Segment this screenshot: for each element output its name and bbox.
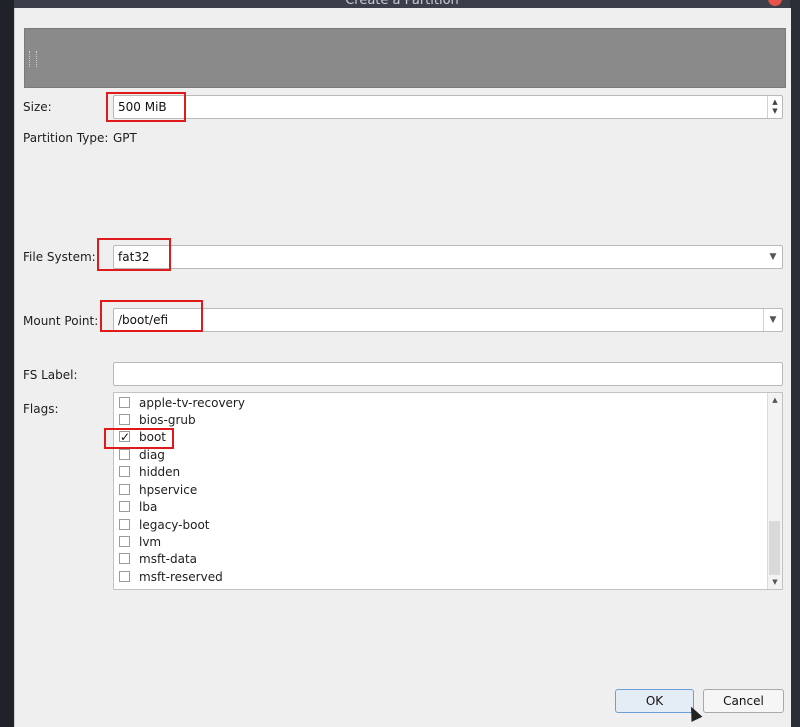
flags-list[interactable]: apple-tv-recovery bios-grub ✓ boot diag … — [113, 392, 783, 590]
flag-item-bios-grub[interactable]: bios-grub — [114, 412, 764, 429]
scroll-down-icon[interactable]: ▼ — [768, 575, 782, 589]
flag-item-diag[interactable]: diag — [114, 447, 764, 464]
flag-label: hidden — [139, 465, 181, 479]
file-system-label: File System: — [23, 250, 96, 264]
mount-point-combobox[interactable]: /boot/efi ▼ — [113, 308, 783, 332]
checkbox[interactable] — [119, 414, 130, 425]
flag-item-apple-tv-recovery[interactable]: apple-tv-recovery — [114, 395, 764, 412]
file-system-value: fat32 — [118, 250, 150, 264]
background-left — [0, 0, 14, 727]
flag-item-legacy-boot[interactable]: legacy-boot — [114, 517, 764, 534]
checkbox[interactable] — [119, 466, 130, 477]
checkbox-checked[interactable]: ✓ — [119, 431, 130, 443]
mount-point-label: Mount Point: — [23, 314, 99, 328]
fs-label-label: FS Label: — [23, 368, 78, 382]
flags-label: Flags: — [23, 402, 59, 416]
flag-label: lba — [139, 500, 158, 514]
file-system-dropdown[interactable]: fat32 ▼ — [113, 245, 783, 269]
ok-button[interactable]: OK — [615, 689, 694, 713]
checkbox[interactable] — [119, 571, 130, 582]
flag-label: msft-data — [139, 552, 198, 566]
flag-label: boot — [139, 430, 167, 444]
chevron-down-icon[interactable]: ▼ — [763, 309, 782, 331]
flag-item-msft-reserved[interactable]: msft-reserved — [114, 569, 764, 586]
flag-label: lvm — [139, 535, 162, 549]
size-stepper[interactable]: ▲ ▼ — [767, 96, 782, 118]
flag-item-boot[interactable]: ✓ boot — [114, 429, 764, 446]
scrollbar-thumb[interactable] — [769, 521, 780, 575]
flag-label: legacy-boot — [139, 518, 210, 532]
spin-down-icon[interactable]: ▼ — [772, 107, 777, 116]
checkbox[interactable] — [119, 449, 130, 460]
checkbox[interactable] — [119, 553, 130, 564]
flag-label: diag — [139, 448, 165, 462]
checkbox[interactable] — [119, 519, 130, 530]
spin-up-icon[interactable]: ▲ — [772, 98, 777, 107]
chevron-down-icon[interactable]: ▼ — [764, 246, 782, 268]
resize-grip-icon[interactable] — [29, 51, 37, 67]
flag-label: msft-reserved — [139, 570, 223, 584]
mount-point-value: /boot/efi — [118, 313, 169, 327]
flag-item-lvm[interactable]: lvm — [114, 534, 764, 551]
flag-label: hpservice — [139, 483, 198, 497]
cancel-button[interactable]: Cancel — [703, 689, 784, 713]
create-partition-dialog: Size: 500 MiB ▲ ▼ Partition Type: GPT Fi… — [14, 8, 791, 727]
checkbox[interactable] — [119, 397, 130, 408]
checkbox[interactable] — [119, 501, 130, 512]
flag-item-hidden[interactable]: hidden — [114, 464, 764, 481]
partition-type-label: Partition Type: — [23, 131, 109, 145]
title-bar: Create a Partition — [14, 0, 790, 8]
size-spinbox[interactable]: 500 MiB ▲ ▼ — [113, 95, 783, 119]
partition-type-value: GPT — [113, 131, 137, 145]
flag-item-msft-data[interactable]: msft-data — [114, 551, 764, 568]
flag-label: bios-grub — [139, 413, 196, 427]
checkbox[interactable] — [119, 484, 130, 495]
scroll-up-icon[interactable]: ▲ — [768, 393, 782, 407]
partition-preview-bar[interactable] — [24, 28, 786, 88]
flag-item-lba[interactable]: lba — [114, 499, 764, 516]
size-value: 500 MiB — [118, 100, 167, 114]
flags-scrollbar[interactable]: ▲ ▼ — [767, 393, 782, 589]
size-label: Size: — [23, 100, 52, 114]
checkbox[interactable] — [119, 536, 130, 547]
flag-label: apple-tv-recovery — [139, 396, 245, 410]
flag-item-hpservice[interactable]: hpservice — [114, 482, 764, 499]
fs-label-input[interactable] — [113, 362, 783, 386]
window-title: Create a Partition — [345, 0, 459, 8]
